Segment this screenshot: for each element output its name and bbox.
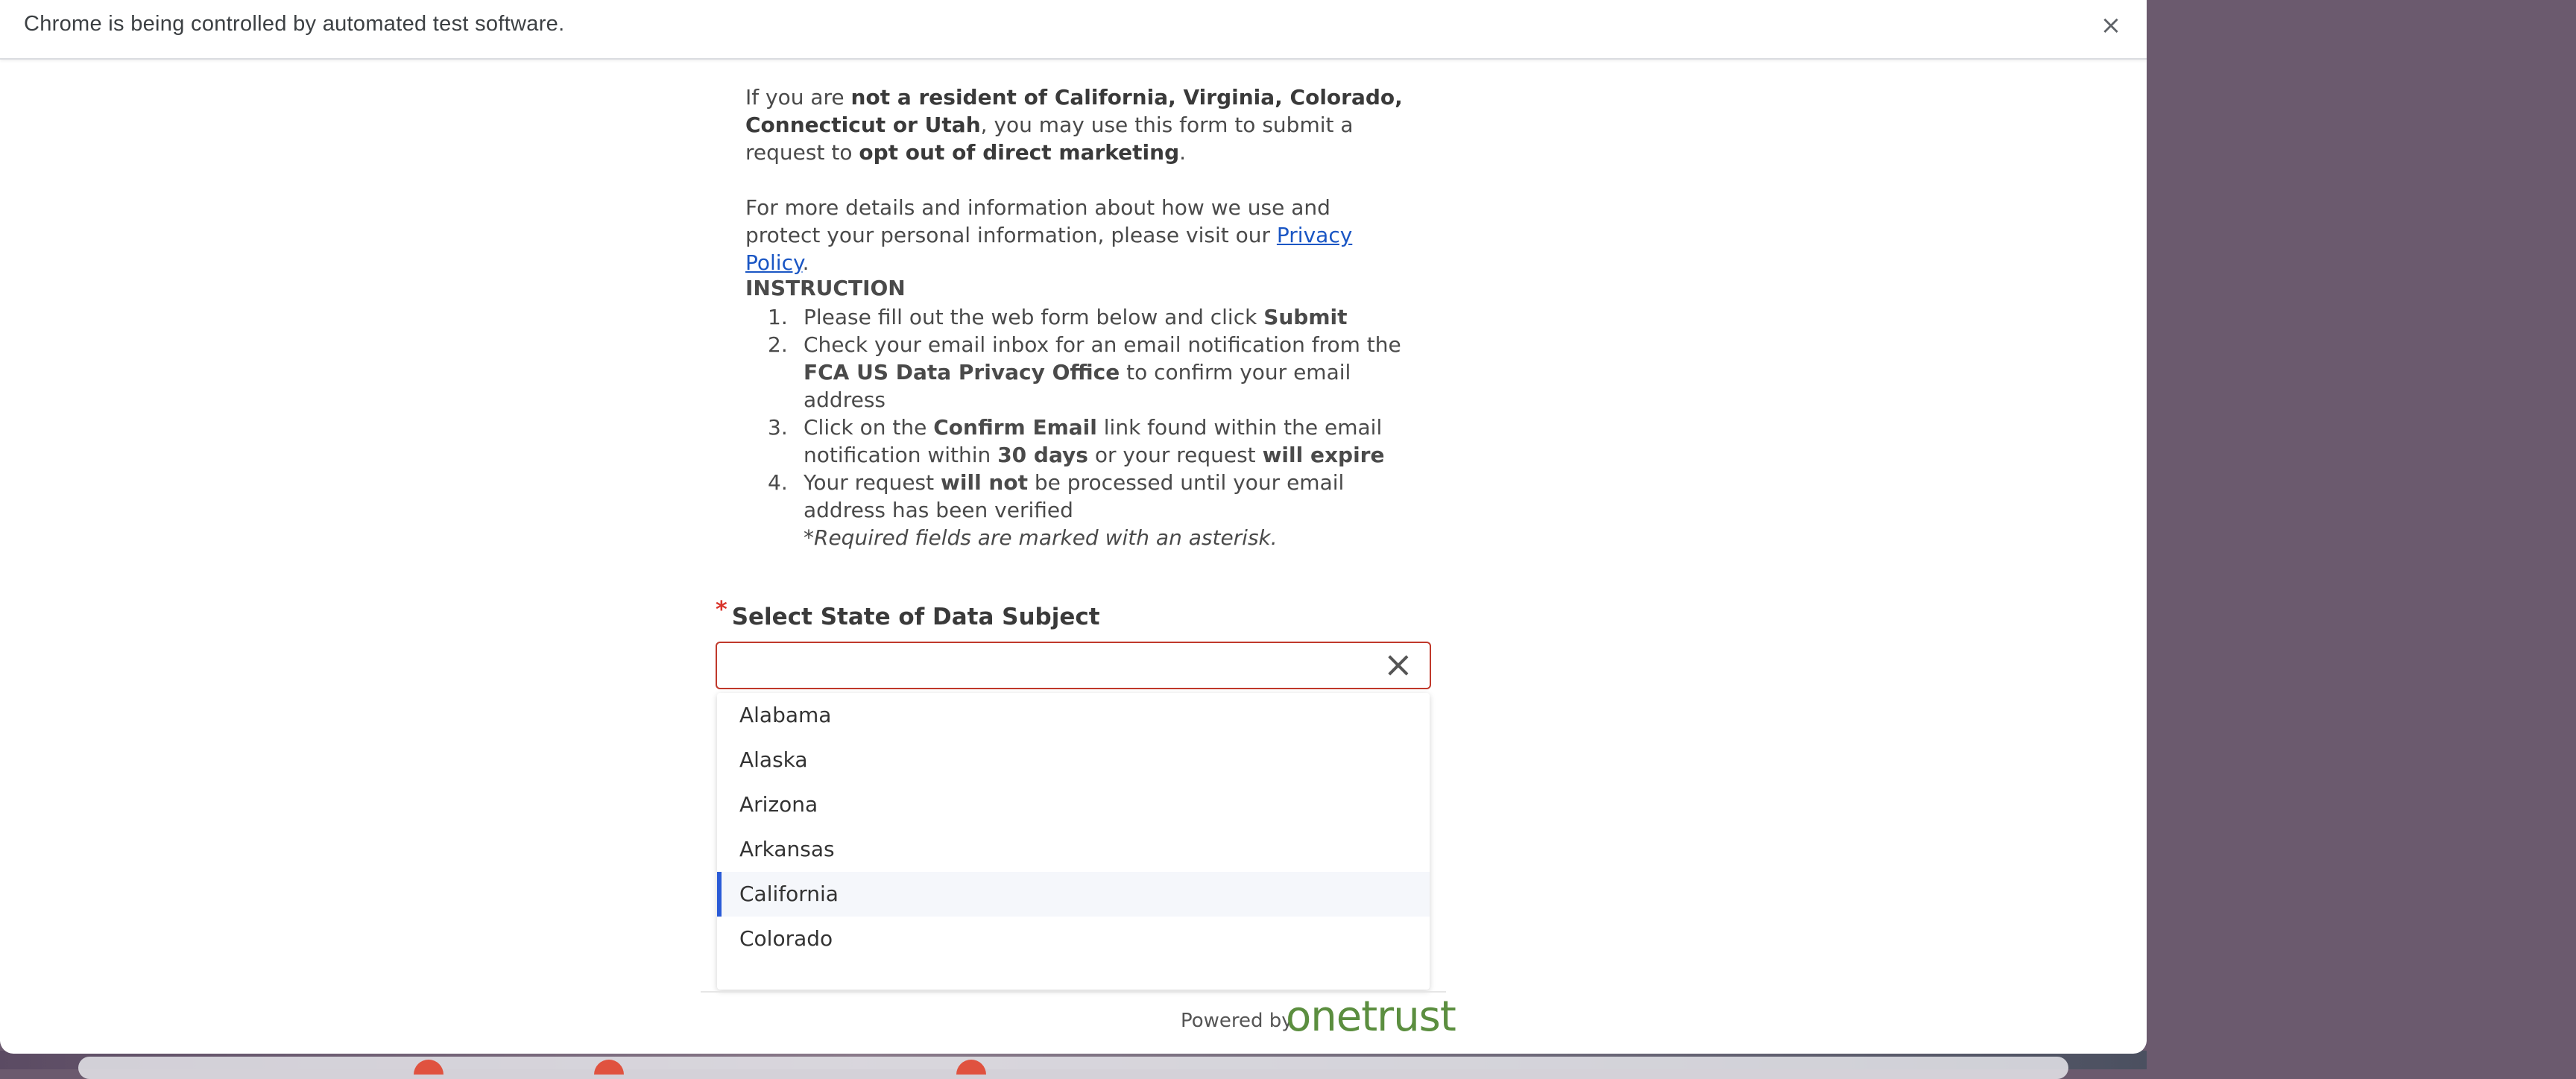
onetrust-logo[interactable]: onetrust: [1286, 993, 1456, 1041]
step-text: Please fill out the web form below and c…: [804, 305, 1264, 329]
state-field-label-text: Select State of Data Subject: [731, 604, 1100, 630]
privacy-text: For more details and information about h…: [745, 195, 1330, 247]
powered-by-text: Powered by: [1181, 1010, 1293, 1032]
step-number: 1.: [768, 305, 788, 329]
instruction-list: 1. Please fill out the web form below an…: [768, 303, 1416, 551]
clear-icon[interactable]: ×: [1383, 646, 1413, 683]
infobar-message: Chrome is being controlled by automated …: [24, 12, 565, 36]
instruction-step: 2. Check your email inbox for an email n…: [768, 331, 1416, 414]
browser-window: Chrome is being controlled by automated …: [0, 0, 2147, 1054]
page-content: If you are not a resident of California,…: [0, 60, 2147, 1054]
required-asterisk: *: [716, 597, 727, 623]
automation-infobar: Chrome is being controlled by automated …: [0, 0, 2147, 60]
step-emphasis: 30 days: [997, 443, 1088, 467]
step-emphasis: FCA US Data Privacy Office: [804, 360, 1120, 385]
step-emphasis: Submit: [1263, 305, 1348, 329]
dock: [78, 1057, 2068, 1079]
step-text: Check your email inbox for an email noti…: [804, 332, 1401, 357]
intro-text: .: [1179, 140, 1187, 165]
instruction-step: 3. Click on the Confirm Email link found…: [768, 414, 1416, 469]
step-number: 2.: [768, 332, 788, 357]
state-select[interactable]: ×: [716, 642, 1431, 689]
state-option[interactable]: Colorado: [717, 917, 1430, 961]
instruction-step: 1. Please fill out the web form below an…: [768, 303, 1416, 331]
state-option[interactable]: Alaska: [717, 738, 1430, 782]
instruction-step: 4. Your request will not be processed un…: [768, 469, 1416, 551]
state-option[interactable]: Arizona: [717, 782, 1430, 827]
step-text: Your request: [804, 470, 941, 495]
state-option-highlighted[interactable]: California: [717, 872, 1430, 917]
step-emphasis: will expire: [1262, 443, 1385, 467]
state-dropdown-list: Alabama Alaska Arizona Arkansas Californ…: [717, 693, 1430, 990]
state-option[interactable]: Alabama: [717, 693, 1430, 738]
state-option[interactable]: Arkansas: [717, 827, 1430, 872]
intro-paragraph: If you are not a resident of California,…: [745, 83, 1409, 166]
step-emphasis: will not: [941, 470, 1028, 495]
step-number: 4.: [768, 470, 788, 495]
step-text: Click on the: [804, 415, 934, 440]
instruction-heading: INSTRUCTION: [745, 276, 906, 300]
step-number: 3.: [768, 415, 788, 440]
privacy-paragraph: For more details and information about h…: [745, 194, 1409, 276]
privacy-text: .: [802, 250, 809, 275]
intro-text: If you are: [745, 85, 851, 110]
close-icon[interactable]: ×: [2096, 10, 2126, 40]
step-text: or your request: [1087, 443, 1263, 467]
state-field-label: * Select State of Data Subject: [716, 597, 1100, 630]
intro-opt-out: opt out of direct marketing: [859, 140, 1180, 165]
step-emphasis: Confirm Email: [933, 415, 1097, 440]
required-fields-note: *Required fields are marked with an aste…: [804, 525, 1278, 550]
